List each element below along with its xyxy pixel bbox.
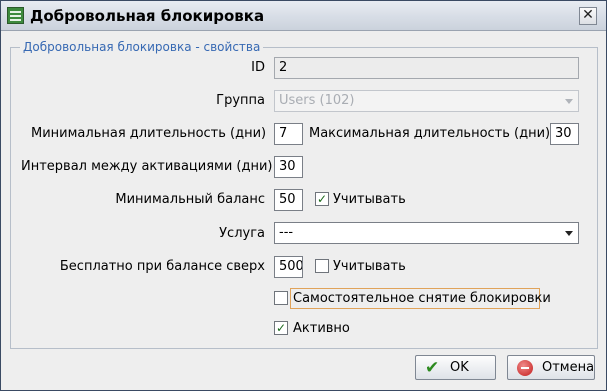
max-duration-label: Максимальная длительность (дни) xyxy=(309,126,551,141)
free-above-checkbox[interactable] xyxy=(315,259,329,273)
min-balance-label: Минимальный баланс xyxy=(115,192,265,207)
min-duration-label: Минимальная длительность (дни) xyxy=(31,126,267,141)
id-label: ID xyxy=(251,60,265,75)
min-balance-checkbox[interactable]: ✓ xyxy=(315,192,329,206)
interval-input[interactable]: 30 xyxy=(274,156,303,178)
checkmark-icon: ✔ xyxy=(425,358,440,378)
group-legend: Добровольная блокировка - свойства xyxy=(20,40,264,54)
free-above-label: Бесплатно при балансе сверх xyxy=(59,259,265,274)
cancel-button[interactable]: Отмена xyxy=(507,355,595,380)
active-label[interactable]: Активно xyxy=(293,321,350,336)
cancel-button-label: Отмена xyxy=(542,360,595,375)
group-select: Users (102) xyxy=(274,90,579,112)
self-unlock-checkbox[interactable] xyxy=(274,291,288,305)
active-checkbox[interactable]: ✓ xyxy=(274,321,288,335)
interval-label: Интервал между активациями (дни) xyxy=(21,159,273,174)
service-select[interactable]: --- xyxy=(274,222,579,244)
window-title: Добровольная блокировка xyxy=(30,7,265,25)
service-select-value: --- xyxy=(279,225,294,240)
group-label: Группа xyxy=(216,93,265,108)
ok-button-label: OK xyxy=(450,360,469,375)
self-unlock-label[interactable]: Самостоятельное снятие блокировки xyxy=(293,291,551,306)
ok-button[interactable]: ✔ OK xyxy=(415,355,496,380)
close-icon[interactable]: ✕ xyxy=(579,7,597,25)
min-duration-input[interactable]: 7 xyxy=(274,123,303,145)
free-above-check-label: Учитывать xyxy=(333,259,406,274)
min-balance-check-label: Учитывать xyxy=(333,192,406,207)
max-duration-input[interactable]: 30 xyxy=(550,123,579,145)
group-select-value: Users (102) xyxy=(279,93,355,108)
service-label: Услуга xyxy=(219,226,265,241)
chevron-down-icon xyxy=(565,231,573,236)
min-balance-input[interactable]: 50 xyxy=(274,189,303,211)
chevron-down-icon xyxy=(565,99,573,104)
free-above-input[interactable]: 500 xyxy=(274,256,303,278)
cancel-icon xyxy=(517,360,533,376)
title-bar[interactable]: Добровольная блокировка ✕ xyxy=(1,1,606,31)
dialog-window: Добровольная блокировка ✕ Добровольная б… xyxy=(0,0,607,391)
app-list-icon xyxy=(7,7,24,24)
id-field: 2 xyxy=(274,57,579,79)
